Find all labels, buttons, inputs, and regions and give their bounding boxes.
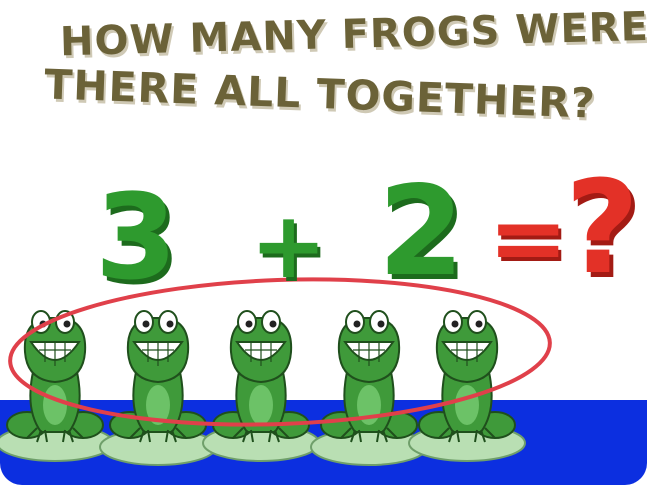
addend-b: 2: [378, 160, 465, 304]
frog-icon: [6, 310, 104, 443]
frog-icon: [418, 310, 516, 443]
worksheet-frame: HOW MANY FROGS WERE THERE ALL TOGETHER? …: [0, 0, 647, 485]
addend-a: 3: [95, 168, 178, 306]
plus-sign: +: [250, 192, 328, 299]
equals-sign: =: [488, 182, 569, 294]
question-mark: ?: [565, 154, 640, 303]
frog-group: [6, 310, 516, 443]
